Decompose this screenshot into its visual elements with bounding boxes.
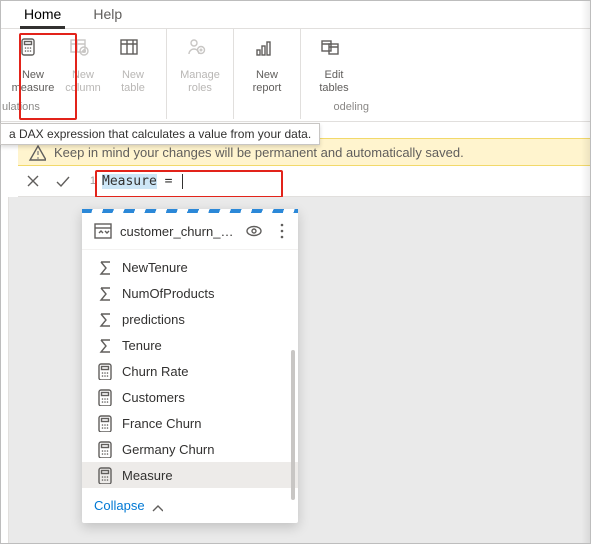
field-item[interactable]: predictions	[82, 306, 298, 332]
formula-bar: 1 Measure =	[18, 166, 591, 197]
table-plus-icon	[69, 37, 97, 65]
field-item[interactable]: Measure	[82, 462, 298, 488]
visibility-toggle[interactable]	[244, 221, 264, 241]
ribbon-group-partial-left: ulations	[2, 101, 40, 113]
field-label: France Churn	[122, 416, 201, 431]
field-item[interactable]: Customers	[82, 384, 298, 410]
more-vertical-icon	[272, 221, 292, 241]
field-label: Measure	[122, 468, 173, 483]
warning-icon	[28, 143, 46, 161]
field-label: NewTenure	[122, 260, 188, 275]
scrollbar[interactable]	[291, 350, 295, 500]
collapse-button[interactable]: Collapse	[82, 490, 298, 523]
field-item[interactable]: Germany Churn	[82, 436, 298, 462]
notice-text: Keep in mind your changes will be perman…	[54, 145, 464, 160]
close-icon	[24, 172, 42, 190]
field-label: predictions	[122, 312, 185, 327]
field-label: Germany Churn	[122, 442, 214, 457]
formula-line-number: 1	[78, 175, 102, 187]
field-item[interactable]: Churn Rate	[82, 358, 298, 384]
new-table-button[interactable]: New table	[108, 35, 158, 95]
sigma-icon	[96, 284, 112, 302]
calculator-icon	[96, 466, 112, 484]
fields-list: NewTenure NumOfProducts predictions Tenure C…	[82, 250, 298, 490]
pane-title: customer_churn_test_...	[120, 224, 236, 239]
pane-header: customer_churn_test_...	[82, 213, 298, 250]
bar-chart-icon	[253, 37, 281, 65]
chevron-up-icon	[149, 499, 163, 513]
tab-home[interactable]: Home	[22, 6, 63, 28]
left-rail	[0, 197, 9, 544]
ribbon: New measure New column New table ulation…	[0, 29, 591, 122]
field-item[interactable]: NewTenure	[82, 254, 298, 280]
field-item[interactable]: France Churn	[82, 410, 298, 436]
right-shadow	[581, 0, 591, 544]
new-report-button[interactable]: New report	[242, 35, 292, 95]
canvas-stage: customer_churn_test_... NewTenure NumOfPr…	[0, 197, 591, 544]
calculator-icon	[96, 414, 112, 432]
pane-more-button[interactable]	[272, 221, 292, 241]
field-item[interactable]: NumOfProducts	[82, 280, 298, 306]
field-label: NumOfProducts	[122, 286, 214, 301]
eye-icon	[244, 221, 264, 241]
field-item[interactable]: Tenure	[82, 332, 298, 358]
formula-cancel-button[interactable]	[18, 166, 48, 196]
formula-commit-button[interactable]	[48, 166, 78, 196]
fields-pane: customer_churn_test_... NewTenure NumOfPr…	[82, 209, 298, 523]
sigma-icon	[96, 258, 112, 276]
sigma-icon	[96, 336, 112, 354]
ribbon-group-partial-right: odeling	[334, 101, 369, 113]
field-label: Tenure	[122, 338, 162, 353]
manage-roles-button[interactable]: Manage roles	[175, 35, 225, 95]
formula-input[interactable]: Measure =	[102, 174, 183, 189]
tab-help[interactable]: Help	[91, 6, 124, 28]
new-measure-button[interactable]: New measure	[8, 35, 58, 95]
sigma-icon	[96, 310, 112, 328]
roles-icon	[186, 37, 214, 65]
calculator-icon	[96, 388, 112, 406]
field-label: Churn Rate	[122, 364, 188, 379]
table-icon	[119, 37, 147, 65]
calculator-icon	[96, 362, 112, 380]
edit-tables-button[interactable]: Edit tables	[309, 35, 359, 95]
field-label: Customers	[122, 390, 185, 405]
tooltip: a DAX expression that calculates a value…	[0, 123, 320, 145]
edit-tables-icon	[320, 37, 348, 65]
calculator-icon	[19, 37, 47, 65]
ribbon-tabstrip: Home Help	[0, 0, 591, 29]
table-swap-icon	[92, 221, 112, 241]
check-icon	[54, 172, 72, 190]
calculator-icon	[96, 440, 112, 458]
new-column-button[interactable]: New column	[58, 35, 108, 95]
